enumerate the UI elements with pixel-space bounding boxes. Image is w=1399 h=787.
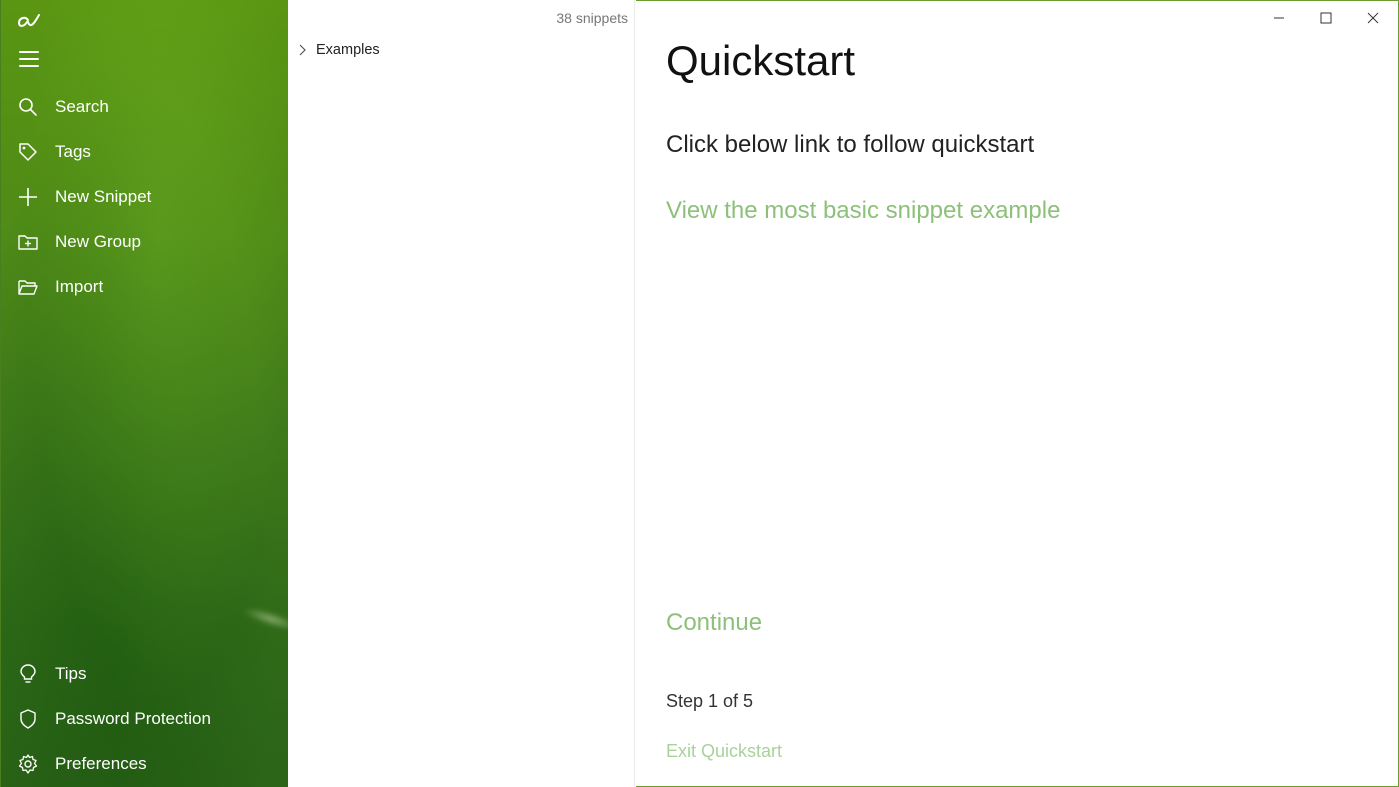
hamburger-icon[interactable] [19,51,39,69]
sidebar-item-label: Password Protection [55,709,211,728]
sidebar-item-new-snippet[interactable]: New Snippet [1,177,289,217]
sidebar-item-search[interactable]: Search [1,87,289,127]
quickstart-panel: Quickstart Click below link to follow qu… [636,0,1399,787]
continue-link[interactable]: Continue [666,609,762,637]
sidebar-item-password-protection[interactable]: Password Protection [1,699,289,739]
chevron-right-icon [299,44,306,56]
snippet-list-pane: 38 snippets Examples [288,0,635,787]
sidebar-item-label: New Group [55,232,141,251]
sidebar-item-label: Tags [55,142,91,161]
sidebar-item-label: Search [55,97,109,116]
folder-plus-icon [17,231,39,253]
close-icon[interactable] [1358,5,1388,31]
group-item-examples[interactable]: Examples [296,42,380,58]
app-logo-icon [17,14,40,27]
lightbulb-icon [17,663,39,685]
tag-icon [17,141,39,163]
search-icon [17,96,39,118]
sidebar-item-label: New Snippet [55,187,152,206]
minimize-icon[interactable] [1264,5,1294,31]
sidebar-item-preferences[interactable]: Preferences [1,744,289,784]
quickstart-instructions: Click below link to follow quickstart [666,131,1035,158]
sidebar-item-import[interactable]: Import [1,267,289,307]
plus-icon [17,186,39,208]
sidebar: Search Tags New Snippet New Group Import… [0,0,302,787]
folder-open-icon [17,276,39,298]
gear-icon [17,753,39,775]
group-item-label: Examples [316,42,380,58]
snippet-count: 38 snippets [556,10,628,26]
shield-icon [17,708,39,730]
sidebar-item-label: Import [55,277,104,296]
exit-quickstart-link[interactable]: Exit Quickstart [666,741,782,762]
sidebar-item-label: Tips [55,664,87,683]
sidebar-item-tips[interactable]: Tips [1,654,289,694]
page-title: Quickstart [666,37,856,84]
step-indicator: Step 1 of 5 [666,691,754,711]
sidebar-item-tags[interactable]: Tags [1,132,289,172]
basic-snippet-example-link[interactable]: View the most basic snippet example [666,197,1060,225]
sidebar-item-label: Preferences [55,754,147,773]
maximize-icon[interactable] [1311,5,1341,31]
sidebar-item-new-group[interactable]: New Group [1,222,289,262]
